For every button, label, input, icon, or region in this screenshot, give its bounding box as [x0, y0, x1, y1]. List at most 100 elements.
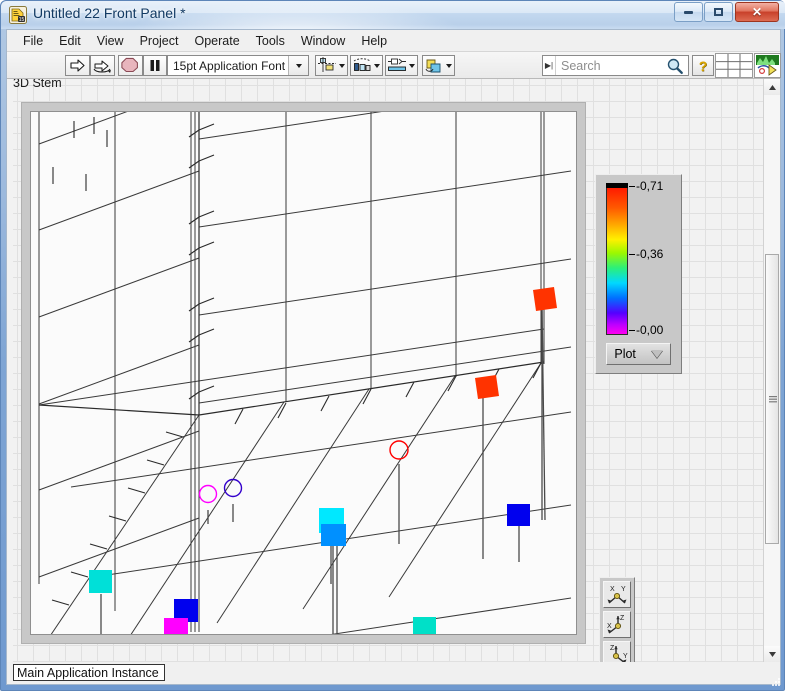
menu-bar: File Edit View Project Operate Tools Win… [7, 30, 780, 52]
vertical-scroll-thumb[interactable] [765, 254, 779, 544]
application-instance-selector[interactable]: Main Application Instance [13, 664, 165, 681]
3d-plot-canvas[interactable] [30, 111, 577, 635]
question-mark-help-icon: ? [698, 57, 708, 74]
menu-edit[interactable]: Edit [51, 32, 89, 50]
search-scope-icon[interactable]: ▶| [543, 56, 556, 75]
colorbar-tick-label-1: -0,71 [636, 179, 664, 193]
3d-stem-graph[interactable] [21, 102, 586, 644]
svg-text:Z: Z [620, 615, 625, 622]
menu-file[interactable]: File [15, 32, 51, 50]
svg-text:Z: Z [610, 645, 615, 652]
colorbar-top-cap [606, 183, 628, 188]
chevron-down-icon [650, 350, 663, 358]
pause-icon [150, 60, 160, 71]
marker-11-square [164, 618, 188, 634]
chevron-down-icon [446, 63, 452, 68]
zy-view-button[interactable]: Z Y [603, 641, 631, 662]
chevron-down-icon [295, 63, 302, 68]
vi-connector-icon[interactable] [754, 53, 781, 78]
application-window: 15 Untitled 22 Front Panel * ✕ File Edit… [0, 0, 785, 691]
resize-objects-icon [388, 58, 406, 71]
run-continuously-icon [93, 60, 111, 73]
plot-grid-left-wall [38, 112, 200, 632]
marker-1-square [533, 287, 557, 311]
chevron-down-icon [339, 63, 345, 68]
svg-text:Y: Y [623, 653, 628, 660]
run-button[interactable] [65, 55, 90, 76]
menu-view[interactable]: View [89, 32, 132, 50]
svg-text:X: X [610, 586, 615, 593]
magnifier-icon[interactable] [665, 57, 685, 75]
colorbar-tick-dash-2 [629, 254, 635, 255]
chevron-down-icon [374, 63, 380, 68]
run-continuously-button[interactable] [90, 55, 115, 76]
xz-view-button[interactable]: Z X [603, 611, 631, 638]
marker-3-circle [389, 440, 409, 460]
menu-help[interactable]: Help [353, 32, 395, 50]
plot-axis-ticks [51, 117, 542, 606]
panel-left-margin [7, 79, 13, 662]
menu-operate[interactable]: Operate [186, 32, 247, 50]
colorbar-panel: -0,71 -0,36 -0,00 Plot [595, 174, 682, 374]
colorbar-tick-dash-3 [629, 330, 635, 331]
marker-8-circle [198, 484, 218, 504]
distribute-objects-icon [353, 58, 371, 71]
maximize-button[interactable] [704, 2, 733, 22]
minimize-icon [684, 10, 693, 14]
help-button[interactable]: ? [692, 55, 714, 76]
axis-xz-icon: Z X [604, 612, 630, 637]
window-title: Untitled 22 Front Panel * [33, 5, 186, 21]
client-area: File Edit View Project Operate Tools Win… [6, 29, 781, 685]
marker-2-square [475, 375, 499, 399]
plot-grid-right-wall [198, 112, 572, 415]
marker-9-square [89, 570, 112, 593]
menu-window[interactable]: Window [293, 32, 353, 50]
plot-dropdown-label: Plot [614, 347, 636, 361]
align-objects-icon [318, 57, 336, 72]
axis-zy-icon: Z Y [604, 642, 630, 662]
colorbar-tick-label-3: -0,00 [636, 323, 664, 337]
distribute-objects-button[interactable] [350, 55, 383, 76]
font-selector-label: 15pt Application Font [173, 58, 286, 73]
resize-objects-button[interactable] [385, 55, 418, 76]
svg-text:X: X [607, 623, 612, 630]
search-box[interactable]: ▶| [542, 55, 689, 76]
svg-text:15: 15 [19, 17, 25, 23]
title-bar: 15 Untitled 22 Front Panel * ✕ [1, 1, 785, 29]
menu-project[interactable]: Project [132, 32, 187, 50]
abort-stop-icon [121, 57, 138, 73]
scroll-up-button[interactable] [764, 79, 780, 95]
reorder-objects-button[interactable] [422, 55, 455, 76]
minimize-button[interactable] [674, 2, 703, 22]
colorbar-gradient[interactable] [606, 183, 628, 335]
reorder-objects-icon [425, 59, 441, 73]
axis-xy-icon: X Y [604, 582, 630, 607]
toolbar: 15pt Application Font ▶| Search ? [7, 52, 781, 79]
align-objects-button[interactable] [315, 55, 348, 76]
caret-down-icon [768, 651, 776, 657]
run-arrow-icon [70, 59, 85, 72]
xy-view-button[interactable]: X Y [603, 581, 631, 608]
vertical-scrollbar[interactable] [763, 79, 780, 662]
pause-button[interactable] [143, 55, 167, 76]
font-dropdown-button[interactable] [288, 56, 308, 75]
3d-plot-svg [38, 112, 572, 634]
menu-tools[interactable]: Tools [248, 32, 293, 50]
caret-up-icon [768, 84, 776, 90]
marker-5-square [321, 524, 346, 546]
scroll-down-button[interactable] [764, 646, 780, 662]
plot-dropdown-button[interactable]: Plot [606, 343, 671, 365]
font-selector[interactable]: 15pt Application Font [167, 55, 309, 76]
window-grid-icon[interactable] [715, 53, 753, 78]
maximize-icon [714, 8, 723, 16]
front-panel-canvas[interactable]: 3D Stem -0,71 -0,36 -0,00 Plot X Y Z X Z… [7, 79, 780, 662]
close-button[interactable]: ✕ [735, 2, 779, 22]
labview-vi-icon: 15 [9, 6, 27, 24]
resize-grip[interactable] [769, 675, 783, 689]
status-bar: Main Application Instance [7, 662, 780, 684]
marker-6-square [507, 504, 530, 526]
control-label-3d-stem: 3D Stem [13, 79, 62, 90]
abort-button[interactable] [118, 55, 143, 76]
search-input[interactable] [556, 57, 665, 74]
close-icon: ✕ [751, 5, 763, 19]
